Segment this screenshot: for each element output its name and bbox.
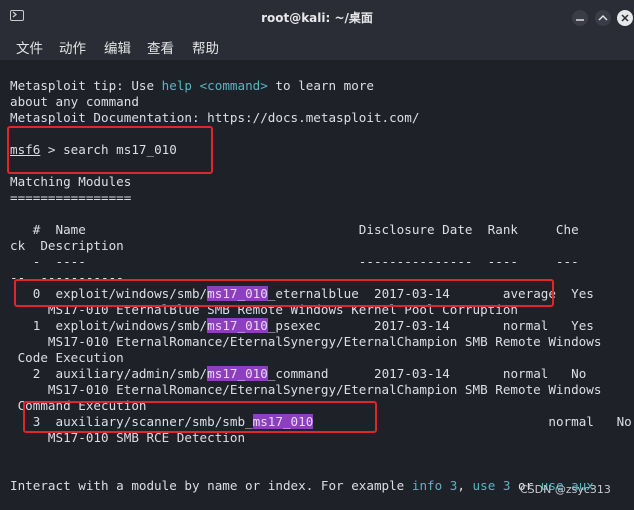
minimize-button[interactable] xyxy=(572,10,588,26)
menu-action[interactable]: 动作 xyxy=(59,37,86,57)
menu-help[interactable]: 帮助 xyxy=(192,37,219,57)
menu-bar: 文件 动作 编辑 查看 帮助 xyxy=(0,34,634,60)
module-path-end: _psexec xyxy=(267,318,374,333)
annotation-box-row-3 xyxy=(23,401,377,433)
matching-underline: ================ xyxy=(10,190,132,205)
tip-text-end: to learn more xyxy=(267,78,374,93)
tip-line: Metasploit tip: Use help <command> to le… xyxy=(10,78,374,94)
module-meta: 2017-03-14 normal No xyxy=(373,366,587,381)
module-description: MS17-010 EternalRomance/EternalSynergy/E… xyxy=(10,334,602,349)
table-row: 2 auxiliary/admin/smb/ms17_010_command 2… xyxy=(10,366,586,382)
tip-command: <command> xyxy=(199,78,268,93)
table-row: 1 exploit/windows/smb/ms17_010_psexec 20… xyxy=(10,318,594,334)
window-title: root@kali: ~/桌面 xyxy=(261,11,373,25)
annotation-box-row-0 xyxy=(14,279,554,307)
module-meta: 2017-03-14 normal Yes xyxy=(373,318,594,333)
module-number: 2 xyxy=(10,366,56,381)
matching-heading: Matching Modules xyxy=(10,174,132,189)
maximize-icon xyxy=(598,15,608,21)
interact-text: Interact with a module by name or index.… xyxy=(10,478,412,493)
annotation-box-command xyxy=(7,126,213,174)
table-header-wrap: ck Description xyxy=(10,238,124,253)
terminal-window: root@kali: ~/桌面 文件 动作 编辑 查看 帮助 Metasploi… xyxy=(0,0,634,510)
watermark: CSDN @zsyc313 xyxy=(520,483,611,496)
table-header: # Name Disclosure Date Rank Che xyxy=(10,222,579,237)
tip-help: help xyxy=(161,78,192,93)
module-description: MS17-010 EternalRomance/EternalSynergy/E… xyxy=(10,382,602,397)
module-meta: normal No xyxy=(548,414,632,429)
module-number: 1 xyxy=(10,318,56,333)
interact-use: use 3 xyxy=(472,478,511,493)
tip-text: Metasploit tip: Use xyxy=(10,78,162,93)
module-path: auxiliary/admin/smb/ xyxy=(55,366,208,381)
tip-line-2: about any command xyxy=(10,94,139,109)
interact-info: info 3 xyxy=(411,478,458,493)
table-separator: - ---- --------------- ---- --- xyxy=(10,254,579,269)
search-match: ms17_010 xyxy=(207,318,268,333)
close-button[interactable] xyxy=(617,10,633,26)
menu-edit[interactable]: 编辑 xyxy=(104,37,131,57)
module-path: exploit/windows/smb/ xyxy=(55,318,208,333)
documentation-line: Metasploit Documentation: https://docs.m… xyxy=(10,110,420,125)
interact-sep: , xyxy=(457,478,473,493)
search-match: ms17_010 xyxy=(207,366,268,381)
module-description-wrap: Code Execution xyxy=(10,350,124,365)
module-path-end: _command xyxy=(267,366,374,381)
close-icon xyxy=(621,14,629,22)
menu-file[interactable]: 文件 xyxy=(16,37,43,57)
maximize-button[interactable] xyxy=(595,10,611,26)
title-bar: root@kali: ~/桌面 xyxy=(0,0,634,34)
minimize-icon xyxy=(576,19,584,21)
interact-hint: Interact with a module by name or index.… xyxy=(10,478,594,494)
menu-view[interactable]: 查看 xyxy=(147,37,174,57)
